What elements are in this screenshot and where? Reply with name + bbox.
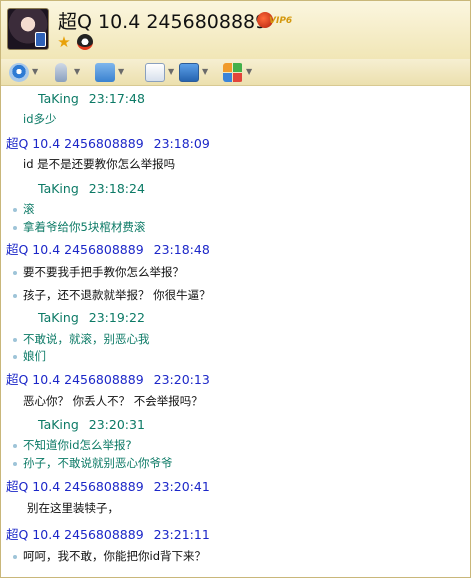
message-text: 孩子，还不退款就举报？ 你很牛逼？: [23, 288, 211, 302]
chevron-down-icon[interactable]: ▼: [74, 67, 80, 76]
message-time: 23:21:11: [153, 527, 210, 542]
message-text: id多少: [23, 112, 57, 126]
voice-call-button[interactable]: ▼: [49, 62, 85, 84]
message-text: 滚: [23, 202, 35, 216]
message-text: 恶心你？ 你丢人不？ 不会举报吗？: [23, 394, 203, 408]
message-header: 超Q 10.4 2456808889 23:21:11: [6, 524, 210, 543]
message-text: 不敢说，就滚，别恶心我: [23, 332, 150, 346]
message-text: 要不要我手把手教你怎么举报？: [23, 265, 184, 279]
message-time: 23:18:09: [153, 136, 210, 151]
message-time: 23:18:48: [153, 242, 210, 257]
chevron-down-icon[interactable]: ▼: [32, 67, 38, 76]
sender-name: 超Q 10.4 2456808889: [6, 527, 144, 542]
message-header: 超Q 10.4 2456808889 23:18:09: [6, 133, 210, 152]
message-header: TaKing 23:18:24: [38, 181, 145, 196]
screen-icon: [179, 63, 199, 82]
chat-history[interactable]: TaKing 23:17:48 id多少 超Q 10.4 2456808889 23…: [1, 87, 470, 577]
message-line: 滚: [13, 201, 35, 217]
bullet-icon: [13, 270, 17, 275]
chevron-down-icon[interactable]: ▼: [118, 67, 124, 76]
bullet-icon: [13, 354, 17, 359]
bullet-icon: [13, 293, 17, 298]
bullet-icon: [13, 443, 17, 448]
message-text: 不知道你id怎么举报?: [23, 438, 132, 452]
message-line: 不知道你id怎么举报?: [13, 437, 132, 453]
folder-icon: [95, 63, 115, 82]
vip-badge[interactable]: VIP6: [257, 12, 299, 28]
bullet-icon: [13, 225, 17, 230]
message-time: 23:18:24: [88, 181, 145, 196]
mobile-online-icon: [35, 32, 46, 47]
message-header: TaKing 23:17:48: [38, 91, 145, 106]
message-time: 23:20:41: [153, 479, 210, 494]
message-header: 超Q 10.4 2456808889 23:20:13: [6, 369, 210, 388]
message-manager-button[interactable]: ▼: [143, 62, 179, 84]
message-time: 23:17:48: [88, 91, 145, 106]
sender-name: 超Q 10.4 2456808889: [6, 372, 144, 387]
bullet-icon: [13, 461, 17, 466]
sender-name: TaKing: [38, 417, 79, 432]
message-text: id 是不是还要教你怎么举报吗: [23, 157, 176, 171]
message-text: 孙子，不敢说就别恶心你爷爷: [23, 456, 173, 470]
apps-button[interactable]: ▼: [221, 62, 257, 84]
chevron-down-icon[interactable]: ▼: [246, 67, 252, 76]
microphone-icon: [55, 63, 67, 82]
star-icon[interactable]: ★: [56, 34, 72, 50]
video-call-button[interactable]: ▼: [7, 62, 43, 84]
chat-window: 超Q 10.4 2456808889 VIP6 ★ ▼ ▼ ▼ ▼ ▼ ▼ Ta…: [0, 0, 471, 578]
message-time: 23:20:31: [88, 417, 145, 432]
contact-avatar[interactable]: [7, 8, 49, 50]
message-header: 超Q 10.4 2456808889 23:20:41: [6, 476, 210, 495]
vip-label: VIP6: [269, 16, 293, 26]
chevron-down-icon[interactable]: ▼: [168, 67, 174, 76]
message-header: 超Q 10.4 2456808889 23:18:48: [6, 239, 210, 258]
message-line: 孙子，不敢说就别恶心你爷爷: [13, 455, 173, 471]
screen-share-button[interactable]: ▼: [177, 62, 213, 84]
qq-penguin-icon[interactable]: [77, 34, 93, 50]
message-line: 娘们: [13, 348, 46, 364]
message-line: 拿着爷给你5块棺材费滚: [13, 219, 145, 235]
sender-name: 超Q 10.4 2456808889: [6, 479, 144, 494]
toolbar: ▼ ▼ ▼ ▼ ▼ ▼: [1, 59, 470, 86]
message-text: 拿着爷给你5块棺材费滚: [23, 220, 146, 234]
bullet-icon: [13, 207, 17, 212]
message-line: 孩子，还不退款就举报？ 你很牛逼？: [13, 287, 211, 303]
sender-name: TaKing: [38, 91, 79, 106]
send-file-button[interactable]: ▼: [93, 62, 129, 84]
message-line: 要不要我手把手教你怎么举报？: [13, 264, 184, 280]
message-time: 23:19:22: [88, 310, 145, 325]
sender-name: 超Q 10.4 2456808889: [6, 242, 144, 257]
message-line: 不敢说，就滚，别恶心我: [13, 331, 150, 347]
message-text: 呵呵，我不敢，你能把你id背下来？: [23, 549, 206, 563]
message-text: 娘们: [23, 349, 46, 363]
message-line: 呵呵，我不敢，你能把你id背下来？: [13, 548, 206, 564]
message-icon: [145, 63, 165, 82]
video-call-icon: [9, 63, 29, 82]
bullet-icon: [13, 554, 17, 559]
message-time: 23:20:13: [153, 372, 210, 387]
message-header: TaKing 23:20:31: [38, 417, 145, 432]
sender-name: TaKing: [38, 310, 79, 325]
apps-icon: [223, 63, 243, 82]
chevron-down-icon[interactable]: ▼: [202, 67, 208, 76]
bullet-icon: [13, 337, 17, 342]
contact-name: 超Q 10.4 2456808889: [58, 11, 268, 33]
message-text: 别在这里装犊子，: [27, 501, 119, 515]
sender-name: TaKing: [38, 181, 79, 196]
sender-name: 超Q 10.4 2456808889: [6, 136, 144, 151]
message-header: TaKing 23:19:22: [38, 310, 145, 325]
chat-header: 超Q 10.4 2456808889 VIP6 ★: [1, 1, 470, 59]
